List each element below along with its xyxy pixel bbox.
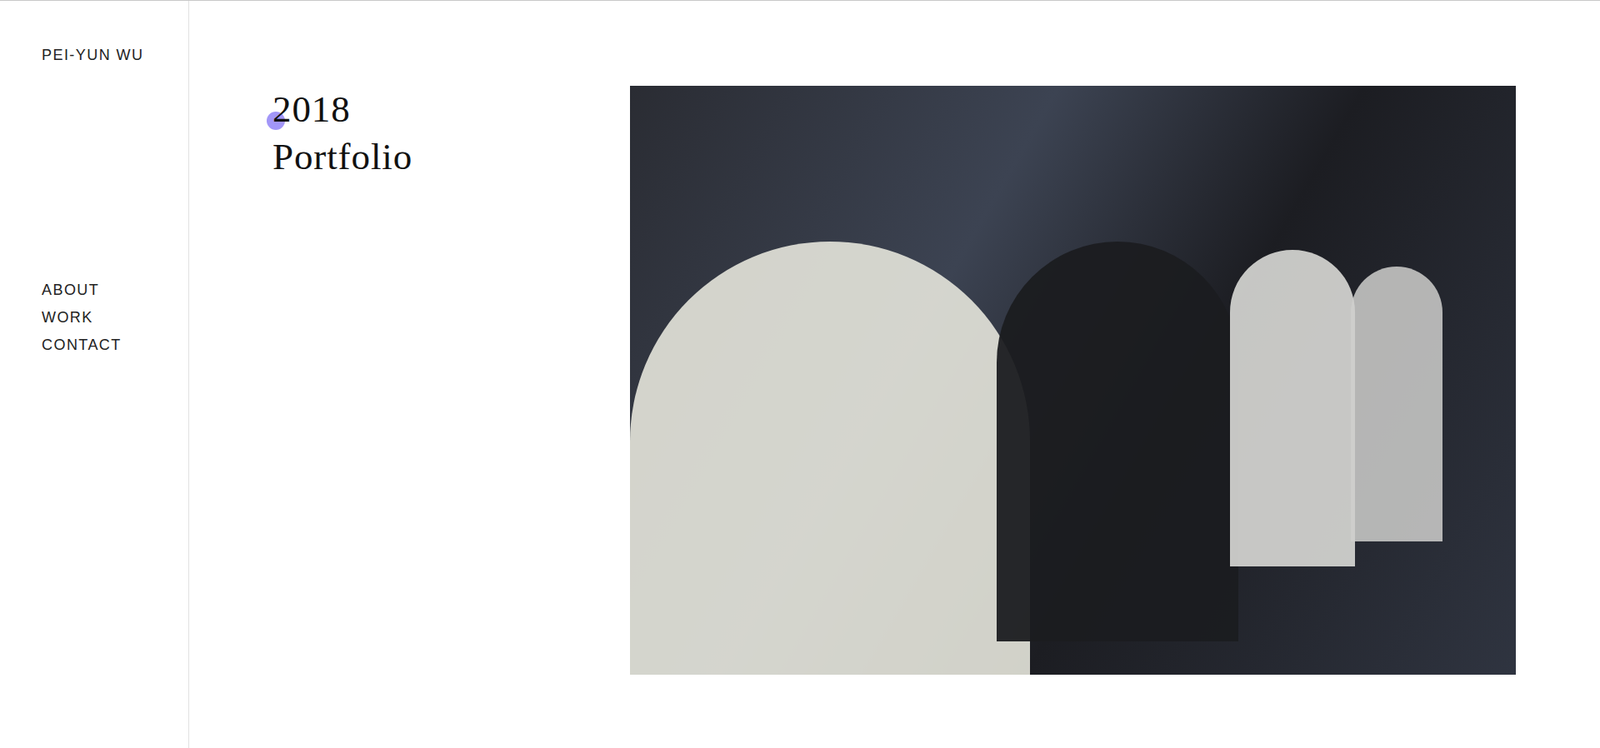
site-name[interactable]: PEI-YUN WU: [41, 45, 189, 65]
nav-item[interactable]: WORK: [41, 304, 189, 332]
content: 2018Portfolio: [189, 0, 1600, 748]
page: PEI-YUN WU ABOUTWORKCONTACT 2018Portfolio: [0, 0, 1600, 748]
project-photo[interactable]: [630, 85, 1516, 675]
sidebar: PEI-YUN WU ABOUTWORKCONTACT: [0, 0, 190, 748]
project-heading: 2018Portfolio: [272, 85, 630, 748]
project-title: 2018Portfolio: [272, 85, 630, 181]
nav-item[interactable]: ABOUT: [41, 276, 189, 305]
main-nav: ABOUTWORKCONTACT: [41, 276, 189, 360]
nav-item[interactable]: CONTACT: [41, 331, 189, 360]
